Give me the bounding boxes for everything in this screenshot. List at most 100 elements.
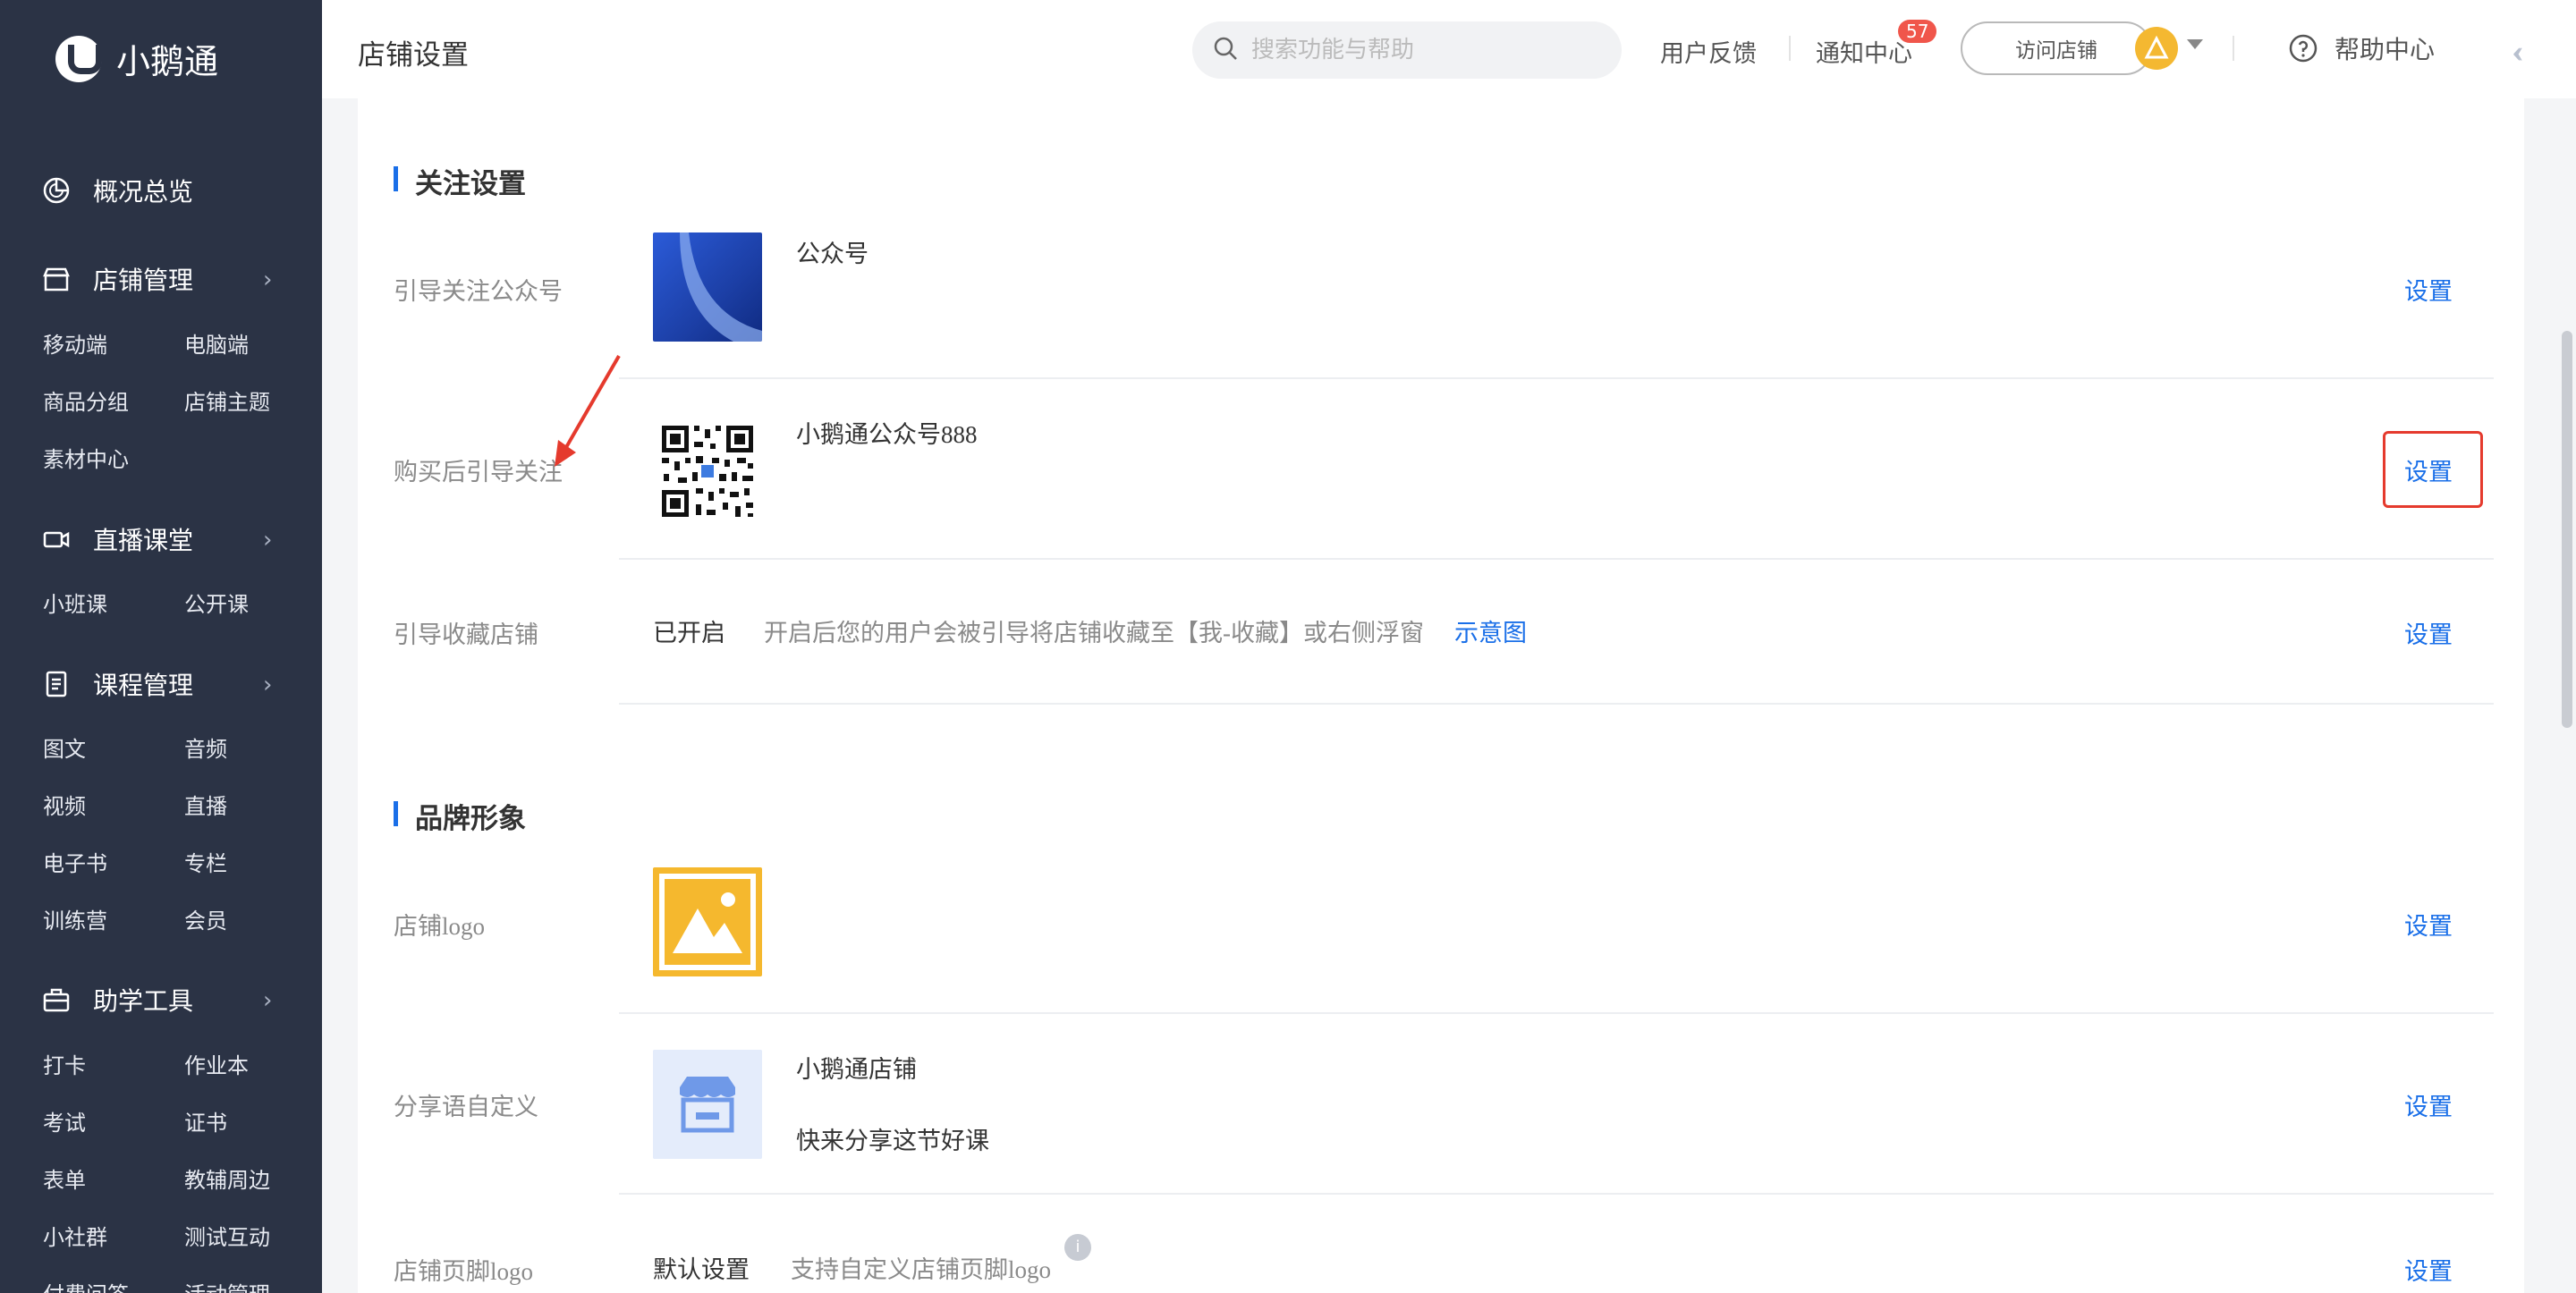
video-camera-icon bbox=[41, 524, 72, 554]
sidebar-item-live[interactable]: 直播 bbox=[184, 789, 227, 820]
sidebar-item-certificate[interactable]: 证书 bbox=[184, 1105, 227, 1137]
official-account-thumbnail bbox=[653, 232, 762, 342]
footer-logo-description: 支持自定义店铺页脚logo bbox=[791, 1256, 1052, 1283]
sidebar-item-community[interactable]: 小社群 bbox=[43, 1220, 107, 1251]
sidebar-item-activity[interactable]: 活动管理 bbox=[184, 1277, 270, 1293]
sidebar-item-small-class[interactable]: 小班课 bbox=[43, 587, 107, 618]
brand-name: 小鹅通 bbox=[116, 42, 219, 81]
help-center-link[interactable]: 帮助中心 bbox=[2288, 30, 2435, 66]
sidebar-group-label: 助学工具 bbox=[93, 986, 194, 1016]
question-circle-icon bbox=[2288, 33, 2318, 63]
sidebar-item-mobile[interactable]: 移动端 bbox=[43, 327, 107, 359]
row-divider bbox=[619, 377, 2494, 379]
sidebar-item-overview[interactable]: 概况总览 bbox=[41, 173, 193, 208]
row-label-share: 分享语自定义 bbox=[394, 1094, 538, 1120]
sidebar-group-label: 直播课堂 bbox=[93, 526, 194, 555]
page-title: 店铺设置 bbox=[358, 39, 469, 72]
sidebar-item-label: 概况总览 bbox=[93, 177, 194, 207]
favorite-description: 开启后您的用户会被引导将店铺收藏至【我-收藏】或右侧浮窗 bbox=[764, 620, 1424, 646]
section-title-brand: 品牌形象 bbox=[394, 796, 526, 836]
top-header: 店铺设置 用户反馈 通知中心 57 访问店铺 帮助中心 ‹‹ bbox=[322, 0, 2576, 98]
sidebar-item-homework[interactable]: 作业本 bbox=[184, 1048, 249, 1079]
sidebar-item-ebook[interactable]: 电子书 bbox=[43, 846, 107, 877]
row-divider bbox=[619, 1012, 2494, 1014]
sidebar-group-label: 课程管理 bbox=[93, 671, 194, 700]
section-title-follow: 关注设置 bbox=[394, 161, 526, 201]
chevron-down-icon[interactable] bbox=[2187, 39, 2203, 49]
row-divider bbox=[619, 558, 2494, 560]
sidebar-item-audio[interactable]: 音频 bbox=[184, 731, 227, 763]
sidebar-item-video[interactable]: 视频 bbox=[43, 789, 86, 820]
sidebar-group-course[interactable]: 课程管理 › bbox=[41, 666, 272, 702]
store-icon bbox=[41, 264, 72, 294]
sidebar-item-quiz[interactable]: 测试互动 bbox=[184, 1220, 270, 1251]
row-divider bbox=[619, 703, 2494, 705]
official-account-name: 公众号 bbox=[796, 241, 869, 267]
chevron-right-icon: › bbox=[263, 672, 273, 698]
collapse-icon[interactable]: ‹‹ bbox=[2512, 32, 2524, 70]
image-placeholder-icon bbox=[653, 867, 762, 976]
sidebar-group-live[interactable]: 直播课堂 › bbox=[41, 521, 272, 557]
sidebar-item-column[interactable]: 专栏 bbox=[184, 846, 227, 877]
row-label-store-logo: 店铺logo bbox=[394, 913, 486, 940]
sidebar-item-exam[interactable]: 考试 bbox=[43, 1105, 86, 1137]
help-center-label: 帮助中心 bbox=[2334, 35, 2436, 64]
sidebar-item-product-group[interactable]: 商品分组 bbox=[43, 385, 129, 416]
row-label-footer-logo: 店铺页脚logo bbox=[394, 1258, 534, 1285]
feedback-link[interactable]: 用户反馈 bbox=[1660, 34, 1757, 69]
footer-logo-set-button[interactable]: 设置 bbox=[2404, 1252, 2453, 1287]
visit-store-button[interactable]: 访问店铺 bbox=[1961, 21, 2152, 75]
row-label-guide-follow: 引导关注公众号 bbox=[394, 278, 563, 305]
qr-code-icon bbox=[653, 417, 762, 526]
sidebar-item-member[interactable]: 会员 bbox=[184, 903, 227, 934]
header-divider bbox=[1789, 36, 1791, 61]
brand-logo[interactable]: 小鹅通 bbox=[55, 34, 218, 83]
share-title: 小鹅通店铺 bbox=[796, 1056, 917, 1083]
guide-favorite-set-button[interactable]: 设置 bbox=[2404, 615, 2453, 650]
goose-logo-icon bbox=[55, 35, 102, 82]
share-subtitle: 快来分享这节好课 bbox=[796, 1128, 989, 1154]
chevron-right-icon: › bbox=[263, 527, 273, 554]
store-logo-set-button[interactable]: 设置 bbox=[2404, 907, 2453, 942]
after-purchase-set-button[interactable]: 设置 bbox=[2404, 452, 2453, 487]
sidebar-group-tools[interactable]: 助学工具 › bbox=[41, 982, 272, 1018]
sidebar-item-article[interactable]: 图文 bbox=[43, 731, 86, 763]
example-image-link[interactable]: 示意图 bbox=[1454, 613, 1527, 648]
footer-logo-status: 默认设置 bbox=[653, 1256, 750, 1283]
row-label-after-purchase: 购买后引导关注 bbox=[394, 459, 563, 486]
sidebar: 小鹅通 概况总览 店铺管理 › 移动端 电脑端 商品分组 店铺主题 素材中心 直… bbox=[0, 0, 322, 1293]
after-purchase-account-name: 小鹅通公众号888 bbox=[796, 421, 978, 448]
search-icon bbox=[1212, 35, 1239, 66]
favorite-status: 已开启 bbox=[653, 620, 725, 646]
notification-badge: 57 bbox=[1898, 20, 1937, 43]
store-icon bbox=[653, 1050, 762, 1159]
sidebar-item-merch[interactable]: 教辅周边 bbox=[184, 1162, 270, 1194]
chevron-right-icon: › bbox=[263, 266, 273, 293]
toolbox-icon bbox=[41, 985, 72, 1015]
search-box[interactable] bbox=[1192, 21, 1622, 79]
sidebar-item-pc[interactable]: 电脑端 bbox=[184, 327, 249, 359]
sidebar-item-paid-qa[interactable]: 付费问答 bbox=[43, 1277, 129, 1293]
header-divider bbox=[2233, 36, 2234, 61]
search-input[interactable] bbox=[1251, 37, 1591, 63]
sidebar-group-store[interactable]: 店铺管理 › bbox=[41, 261, 272, 297]
sidebar-item-assets[interactable]: 素材中心 bbox=[43, 442, 129, 473]
scrollbar-thumb[interactable] bbox=[2562, 331, 2572, 728]
sidebar-item-camp[interactable]: 训练营 bbox=[43, 903, 107, 934]
notification-center-link[interactable]: 通知中心 bbox=[1816, 34, 1912, 69]
sidebar-group-label: 店铺管理 bbox=[93, 266, 194, 295]
row-divider bbox=[619, 1193, 2494, 1195]
sidebar-item-store-theme[interactable]: 店铺主题 bbox=[184, 385, 270, 416]
sidebar-item-open-class[interactable]: 公开课 bbox=[184, 587, 249, 618]
info-icon[interactable]: i bbox=[1064, 1234, 1091, 1261]
annotation-arrow-icon bbox=[555, 355, 621, 467]
sidebar-item-checkin[interactable]: 打卡 bbox=[43, 1048, 86, 1079]
settings-panel: 关注设置 引导关注公众号 公众号 设置 购买后引导关注 小鹅通公众号888 设置… bbox=[358, 98, 2524, 1293]
sidebar-item-form[interactable]: 表单 bbox=[43, 1162, 86, 1194]
document-icon bbox=[41, 669, 72, 699]
share-set-button[interactable]: 设置 bbox=[2404, 1087, 2453, 1122]
guide-follow-set-button[interactable]: 设置 bbox=[2404, 272, 2453, 307]
pie-chart-icon bbox=[41, 175, 72, 206]
avatar[interactable] bbox=[2135, 27, 2178, 70]
row-label-guide-favorite: 引导收藏店铺 bbox=[394, 621, 538, 648]
